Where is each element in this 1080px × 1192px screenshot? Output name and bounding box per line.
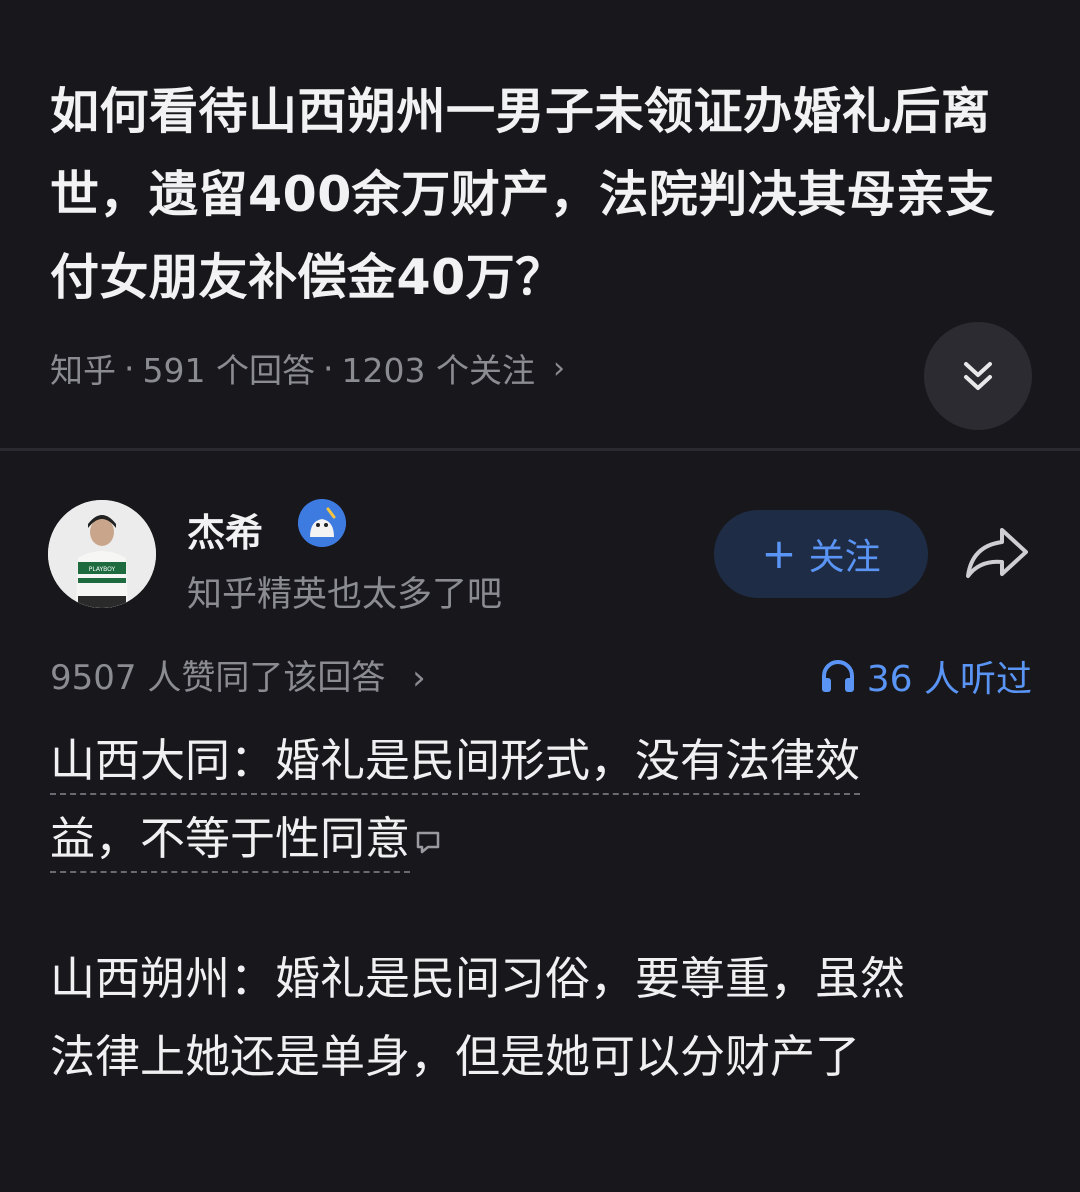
follow-button[interactable]: + 关注 (714, 510, 928, 598)
listen-button[interactable]: 36 人听过 (819, 650, 1032, 702)
annotated-text[interactable]: 益，不等于性同意 (50, 812, 411, 873)
author-bio: 知乎精英也太多了吧 (187, 575, 503, 615)
answer-paragraph: 山西朔州：婚礼是民间习俗，要尊重，虽然 法律上她还是单身，但是她可以分财产了 (50, 940, 1040, 1096)
badge-icon[interactable] (298, 499, 346, 547)
question-header: 如何看待山西朔州一男子未领证办婚礼后离世，遗留400余万财产，法院判决其母亲支付… (0, 0, 1080, 448)
follower-count: 1203 个关注 (341, 351, 535, 390)
source-label: 知乎 (50, 351, 116, 390)
plus-icon: + (761, 529, 797, 578)
share-icon[interactable] (962, 522, 1032, 582)
chevron-right-icon: › (412, 658, 426, 698)
comment-icon[interactable] (414, 828, 442, 856)
question-meta[interactable]: 知乎 · 591 个回答 · 1203 个关注 › (50, 344, 565, 392)
collapse-button[interactable] (924, 322, 1032, 430)
paragraph-line: 法律上她还是单身，但是她可以分财产了 (50, 1030, 861, 1083)
vote-count[interactable]: 9507 人赞同了该回答 › (50, 650, 426, 699)
chevron-right-icon: › (552, 350, 565, 386)
answer-count: 591 个回答 (142, 351, 315, 390)
paragraph-line: 山西朔州：婚礼是民间习俗，要尊重，虽然 (50, 952, 906, 1005)
follow-label: 关注 (808, 537, 881, 578)
annotated-text[interactable]: 山西大同：婚礼是民间形式，没有法律效 (50, 734, 861, 795)
meta-separator: · (322, 348, 334, 388)
avatar-image: PLAYBOY (48, 500, 156, 608)
avatar[interactable]: PLAYBOY (48, 500, 156, 608)
vote-text: 9507 人赞同了该回答 (50, 658, 386, 698)
section-divider (0, 448, 1080, 451)
headphones-icon (821, 660, 854, 692)
chevron-double-down-icon (964, 362, 992, 390)
meta-separator: · (124, 348, 135, 388)
question-title[interactable]: 如何看待山西朔州一男子未领证办婚礼后离世，遗留400余万财产，法院判决其母亲支付… (50, 70, 1030, 319)
listen-count: 36 人听过 (866, 659, 1032, 700)
avatar-text: PLAYBOY (89, 566, 116, 573)
author-name[interactable]: 杰希 (187, 502, 263, 557)
answer-paragraph: 山西大同：婚礼是民间形式，没有法律效 益，不等于性同意 (50, 722, 1040, 878)
